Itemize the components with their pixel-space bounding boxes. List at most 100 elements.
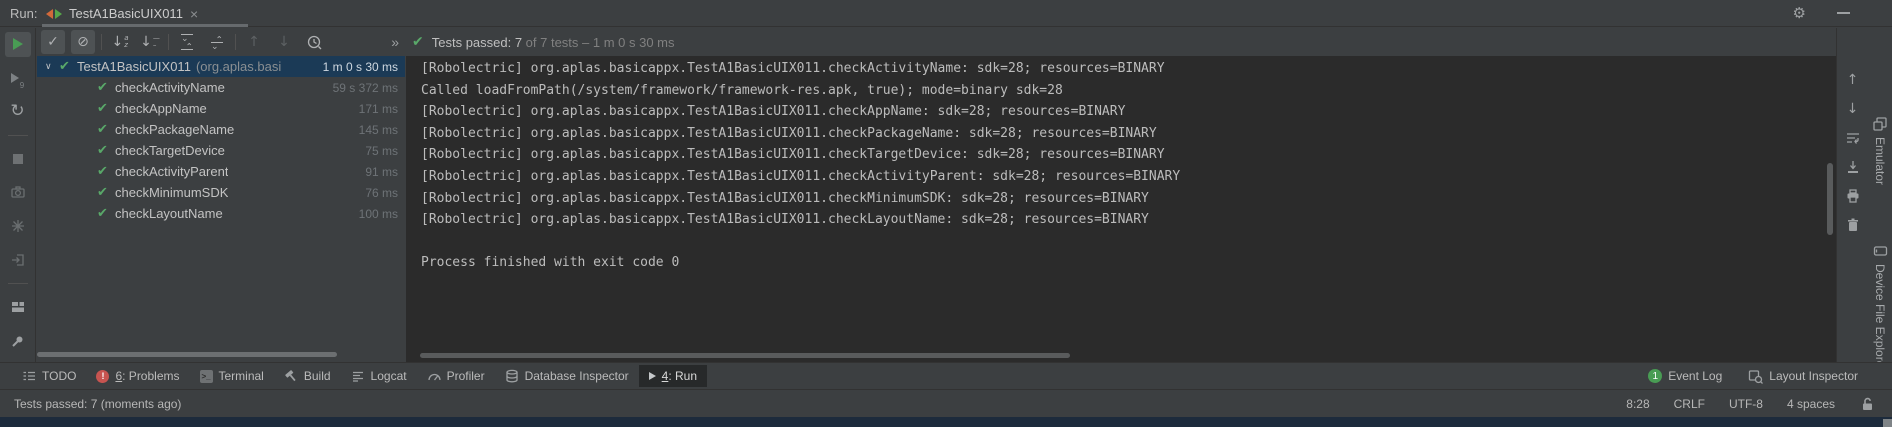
minimize-icon[interactable] [1837, 12, 1850, 14]
rerun-failed-tests-button[interactable]: 9 [5, 66, 31, 91]
collapse-all-button[interactable]: ⌄⌄ [205, 30, 229, 54]
test-duration: 91 ms [357, 165, 398, 179]
hammer-icon [284, 369, 298, 383]
status-message[interactable]: Tests passed: 7 (moments ago) [14, 397, 181, 411]
caret-position[interactable]: 8:28 [1626, 397, 1649, 411]
layout-icon [10, 299, 26, 315]
console-line: [Robolectric] org.aplas.basicappx.TestA1… [421, 212, 1836, 234]
layout-inspector-button[interactable]: Layout Inspector [1748, 369, 1858, 384]
test-duration: 171 ms [351, 102, 398, 116]
test-row[interactable]: ✔ checkMinimumSDK 76 ms [37, 182, 405, 203]
file-encoding[interactable]: UTF-8 [1729, 397, 1763, 411]
printer-icon [1845, 188, 1861, 204]
tab-database-inspector[interactable]: Database Inspector [495, 365, 639, 388]
test-duration: 100 ms [351, 207, 398, 221]
unlock-icon[interactable] [1859, 396, 1874, 411]
console-line: [Robolectric] org.aplas.basicappx.TestA1… [421, 169, 1836, 191]
sort-alphabetically-button[interactable]: ↓az [108, 30, 132, 54]
test-method-name: checkAppName [115, 101, 207, 116]
settings-burst-button[interactable] [5, 214, 31, 239]
more-actions-icon[interactable]: » [391, 34, 399, 50]
test-row[interactable]: ✔ checkTargetDevice 75 ms [37, 140, 405, 161]
tab-logcat[interactable]: Logcat [341, 365, 417, 387]
console-line: [Robolectric] org.aplas.basicappx.TestA1… [421, 147, 1836, 169]
console-horizontal-scrollbar[interactable] [420, 353, 1070, 358]
test-package-name: (org.aplas.basi [196, 59, 281, 74]
test-row[interactable]: ✔ checkPackageName 145 ms [37, 119, 405, 140]
test-history-button[interactable] [302, 30, 326, 54]
sort-by-duration-button[interactable]: ↓—– [138, 30, 162, 54]
collapse-all-icon: ⌄⌄ [211, 35, 223, 50]
test-method-name: checkPackageName [115, 122, 234, 137]
clear-all-button[interactable] [1841, 213, 1865, 237]
indent-setting[interactable]: 4 spaces [1787, 397, 1835, 411]
slash-circle-icon: ⊘ [77, 34, 89, 50]
rerun-button[interactable] [5, 32, 31, 57]
resize-grip[interactable] [1883, 419, 1892, 427]
device-file-explorer-tool-tab[interactable]: Device File Explorer [1868, 243, 1892, 371]
test-row[interactable]: ✔ checkLayoutName 100 ms [37, 203, 405, 224]
scroll-to-end-button[interactable] [1841, 155, 1865, 179]
console-vertical-scrollbar[interactable] [1827, 163, 1833, 235]
console-lines: [Robolectric] org.aplas.basicappx.TestA1… [406, 56, 1836, 277]
layout-inspector-icon [1748, 369, 1763, 384]
tree-test-list: ✔ checkActivityName 59 s 372 ms ✔ checkA… [37, 77, 405, 224]
down-stacktrace-button[interactable]: ↓ [1841, 97, 1865, 121]
toggle-auto-test-button[interactable]: ↻ [5, 99, 31, 124]
run-config-tab[interactable]: TestA1BasicUIX011 × [42, 0, 208, 27]
sort-duration-icon: ↓—– [140, 34, 160, 50]
test-method-name: checkLayoutName [115, 206, 223, 221]
divider [101, 34, 102, 50]
test-duration: 1 m 0 s 30 ms [315, 60, 398, 74]
tab-todo[interactable]: TODO [12, 365, 86, 387]
print-button[interactable] [1841, 184, 1865, 208]
line-separator[interactable]: CRLF [1674, 397, 1705, 411]
divider [168, 34, 169, 50]
run-tab-title: TestA1BasicUIX011 [69, 6, 183, 21]
test-duration: 145 ms [351, 123, 398, 137]
show-ignored-button[interactable]: ⊘ [71, 30, 95, 54]
event-log-button[interactable]: 1 Event Log [1648, 369, 1722, 383]
soft-wrap-button[interactable] [1841, 126, 1865, 150]
expand-all-icon: ⌄⌄ [181, 33, 193, 51]
test-passed-icon: ✔ [59, 59, 77, 74]
logcat-icon [351, 369, 365, 383]
run-tool-window: Run: TestA1BasicUIX011 × ⚙ 9 ↻ [0, 0, 1892, 427]
console-line: Process finished with exit code 0 [421, 255, 1836, 277]
console-output[interactable]: [Robolectric] org.aplas.basicappx.TestA1… [406, 56, 1836, 362]
tab-run[interactable]: 4: Run [639, 365, 707, 387]
tool-window-bar: TODO ! 6: Problems >_ Terminal Build Log… [0, 362, 1892, 389]
tab-build[interactable]: Build [274, 365, 341, 387]
tab-terminal[interactable]: >_ Terminal [190, 365, 274, 387]
tree-horizontal-scrollbar[interactable] [37, 352, 337, 357]
test-method-name: checkActivityParent [115, 164, 228, 179]
emulator-tab-label: Emulator [1873, 137, 1887, 185]
run-header: Run: TestA1BasicUIX011 × ⚙ [0, 0, 1892, 27]
chevron-down-icon[interactable]: ∨ [45, 61, 59, 72]
show-passed-button[interactable]: ✓ [41, 30, 65, 54]
test-method-name: checkMinimumSDK [115, 185, 228, 200]
test-duration: 76 ms [357, 186, 398, 200]
thread-dump-button[interactable] [5, 180, 31, 205]
tree-root-row[interactable]: ∨ ✔ TestA1BasicUIX011 (org.aplas.basi 1 … [37, 56, 405, 77]
status-bar: Tests passed: 7 (moments ago) 8:28 CRLF … [0, 389, 1892, 417]
test-class-name: TestA1BasicUIX011 [77, 59, 191, 74]
close-icon[interactable]: × [190, 6, 198, 22]
tab-profiler[interactable]: Profiler [417, 365, 495, 387]
rerun-icon [13, 38, 23, 50]
tab-problems[interactable]: ! 6: Problems [86, 365, 189, 387]
show-on-exit-button[interactable] [5, 247, 31, 272]
console-line: Called loadFromPath(/system/framework/fr… [421, 83, 1836, 105]
pin-tab-button[interactable] [5, 328, 31, 353]
test-passed-icon: ✔ [97, 101, 115, 116]
camera-icon [10, 184, 26, 200]
test-row[interactable]: ✔ checkActivityName 59 s 372 ms [37, 77, 405, 98]
test-row[interactable]: ✔ checkAppName 171 ms [37, 98, 405, 119]
up-stacktrace-button[interactable]: ↑ [1841, 68, 1865, 92]
emulator-tool-tab[interactable]: Emulator [1868, 116, 1892, 185]
expand-all-button[interactable]: ⌄⌄ [175, 30, 199, 54]
gear-icon[interactable]: ⚙ [1793, 4, 1806, 22]
next-failed-test-button: ↓ [272, 30, 296, 54]
test-row[interactable]: ✔ checkActivityParent 91 ms [37, 161, 405, 182]
restore-layout-button[interactable] [5, 295, 31, 320]
